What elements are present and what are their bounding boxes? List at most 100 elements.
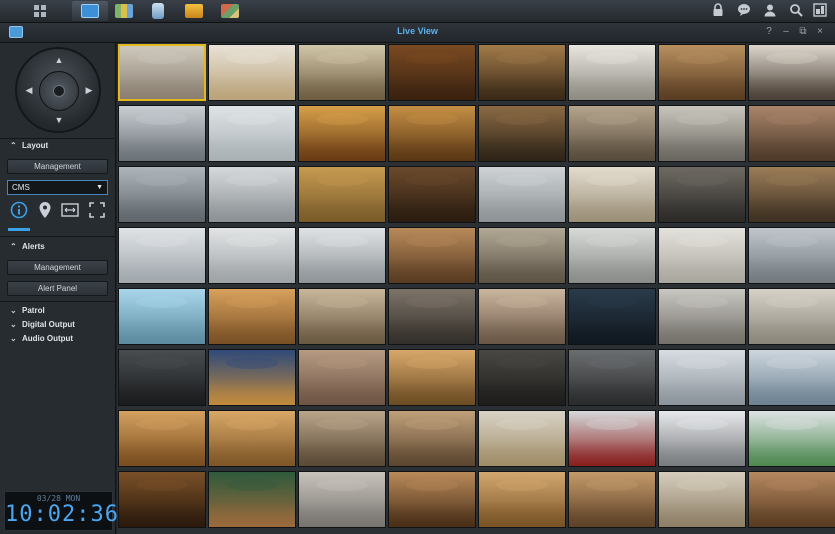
ptz-down-icon[interactable]: ▼: [53, 114, 65, 126]
camera-tile[interactable]: [298, 44, 386, 101]
camera-tile[interactable]: [478, 471, 566, 528]
minimize-button[interactable]: –: [780, 25, 792, 39]
camera-tile[interactable]: [118, 471, 206, 528]
camera-tile[interactable]: [748, 105, 835, 162]
layout-section-header[interactable]: ⌃ Layout: [10, 141, 48, 150]
camera-tile[interactable]: [658, 44, 746, 101]
ptz-joystick[interactable]: [39, 71, 79, 111]
patrol-section-header[interactable]: ⌄ Patrol: [10, 306, 45, 315]
camera-tile[interactable]: [298, 105, 386, 162]
windows-icon[interactable]: [812, 3, 828, 19]
camera-tile[interactable]: [568, 288, 656, 345]
camera-tile[interactable]: [298, 227, 386, 284]
camera-tile[interactable]: [478, 349, 566, 406]
timeline-app-icon[interactable]: [106, 1, 142, 21]
layout-select[interactable]: CMS ▼: [7, 180, 108, 195]
camera-tile[interactable]: [118, 410, 206, 467]
ptz-right-icon[interactable]: ▶: [83, 84, 95, 96]
close-button[interactable]: ×: [814, 25, 826, 39]
camera-tile[interactable]: [658, 227, 746, 284]
camera-tile[interactable]: [208, 44, 296, 101]
camera-tile[interactable]: [748, 471, 835, 528]
camera-tile[interactable]: [118, 227, 206, 284]
chat-icon[interactable]: [736, 3, 752, 19]
camera-tile[interactable]: [118, 166, 206, 223]
camera-tile[interactable]: [298, 349, 386, 406]
camera-tile[interactable]: [118, 44, 206, 101]
alerts-section-header[interactable]: ⌃ Alerts: [10, 242, 45, 251]
camera-tile[interactable]: [748, 288, 835, 345]
camera-app-icon[interactable]: [140, 1, 176, 21]
camera-tile[interactable]: [658, 288, 746, 345]
ptz-control[interactable]: ▲ ▼ ◀ ▶: [15, 47, 101, 133]
map-app-icon[interactable]: [212, 1, 248, 21]
restore-button[interactable]: ⧉: [797, 25, 809, 39]
camera-tile[interactable]: [118, 105, 206, 162]
camera-tile[interactable]: [208, 166, 296, 223]
camera-tile[interactable]: [658, 410, 746, 467]
camera-tile[interactable]: [388, 227, 476, 284]
layout-management-button[interactable]: Management: [7, 159, 108, 174]
camera-tile[interactable]: [208, 471, 296, 528]
camera-tile[interactable]: [658, 349, 746, 406]
camera-tile[interactable]: [748, 410, 835, 467]
camera-feed-floor: [299, 380, 385, 405]
ptz-up-icon[interactable]: ▲: [53, 54, 65, 66]
camera-tile[interactable]: [388, 349, 476, 406]
camera-tile[interactable]: [478, 166, 566, 223]
camera-tile[interactable]: [748, 44, 835, 101]
camera-tile[interactable]: [568, 105, 656, 162]
camera-tile[interactable]: [208, 410, 296, 467]
camera-tile[interactable]: [658, 105, 746, 162]
camera-tile[interactable]: [208, 349, 296, 406]
user-icon[interactable]: [762, 3, 778, 19]
camera-tile[interactable]: [118, 349, 206, 406]
alert-panel-button[interactable]: Alert Panel: [7, 281, 108, 296]
main-menu-icon[interactable]: [22, 1, 58, 21]
alerts-management-button[interactable]: Management: [7, 260, 108, 275]
camera-tile[interactable]: [208, 288, 296, 345]
camera-tile[interactable]: [388, 471, 476, 528]
camera-tile[interactable]: [298, 288, 386, 345]
camera-tile[interactable]: [568, 349, 656, 406]
audio-output-section-header[interactable]: ⌄ Audio Output: [10, 334, 73, 343]
digital-output-section-header[interactable]: ⌄ Digital Output: [10, 320, 75, 329]
camera-tile[interactable]: [298, 410, 386, 467]
camera-tile[interactable]: [208, 227, 296, 284]
camera-tile[interactable]: [478, 227, 566, 284]
camera-tile[interactable]: [298, 471, 386, 528]
camera-tile[interactable]: [658, 166, 746, 223]
camera-tile[interactable]: [748, 227, 835, 284]
camera-tile[interactable]: [478, 288, 566, 345]
camera-tile[interactable]: [388, 288, 476, 345]
camera-tile[interactable]: [568, 44, 656, 101]
live-view-app-icon[interactable]: [72, 1, 108, 21]
camera-tile[interactable]: [748, 166, 835, 223]
camera-tile[interactable]: [658, 471, 746, 528]
lock-icon[interactable]: [710, 3, 726, 19]
ptz-home-icon[interactable]: [53, 85, 65, 97]
recording-app-icon[interactable]: [176, 1, 212, 21]
ptz-left-icon[interactable]: ◀: [23, 84, 35, 96]
search-icon[interactable]: [788, 3, 804, 19]
camera-tile[interactable]: [478, 105, 566, 162]
camera-tile[interactable]: [298, 166, 386, 223]
camera-tile[interactable]: [568, 471, 656, 528]
location-icon[interactable]: [36, 201, 54, 219]
camera-tile[interactable]: [478, 44, 566, 101]
info-icon[interactable]: [10, 201, 28, 219]
camera-tile[interactable]: [748, 349, 835, 406]
camera-tile[interactable]: [388, 166, 476, 223]
help-button[interactable]: ?: [763, 25, 775, 39]
fullscreen-icon[interactable]: [88, 201, 106, 219]
camera-tile[interactable]: [388, 105, 476, 162]
camera-tile[interactable]: [208, 105, 296, 162]
camera-tile[interactable]: [478, 410, 566, 467]
camera-tile[interactable]: [568, 410, 656, 467]
camera-tile[interactable]: [568, 166, 656, 223]
camera-tile[interactable]: [388, 44, 476, 101]
camera-tile[interactable]: [118, 288, 206, 345]
camera-tile[interactable]: [568, 227, 656, 284]
fit-icon[interactable]: [61, 201, 79, 219]
camera-tile[interactable]: [388, 410, 476, 467]
